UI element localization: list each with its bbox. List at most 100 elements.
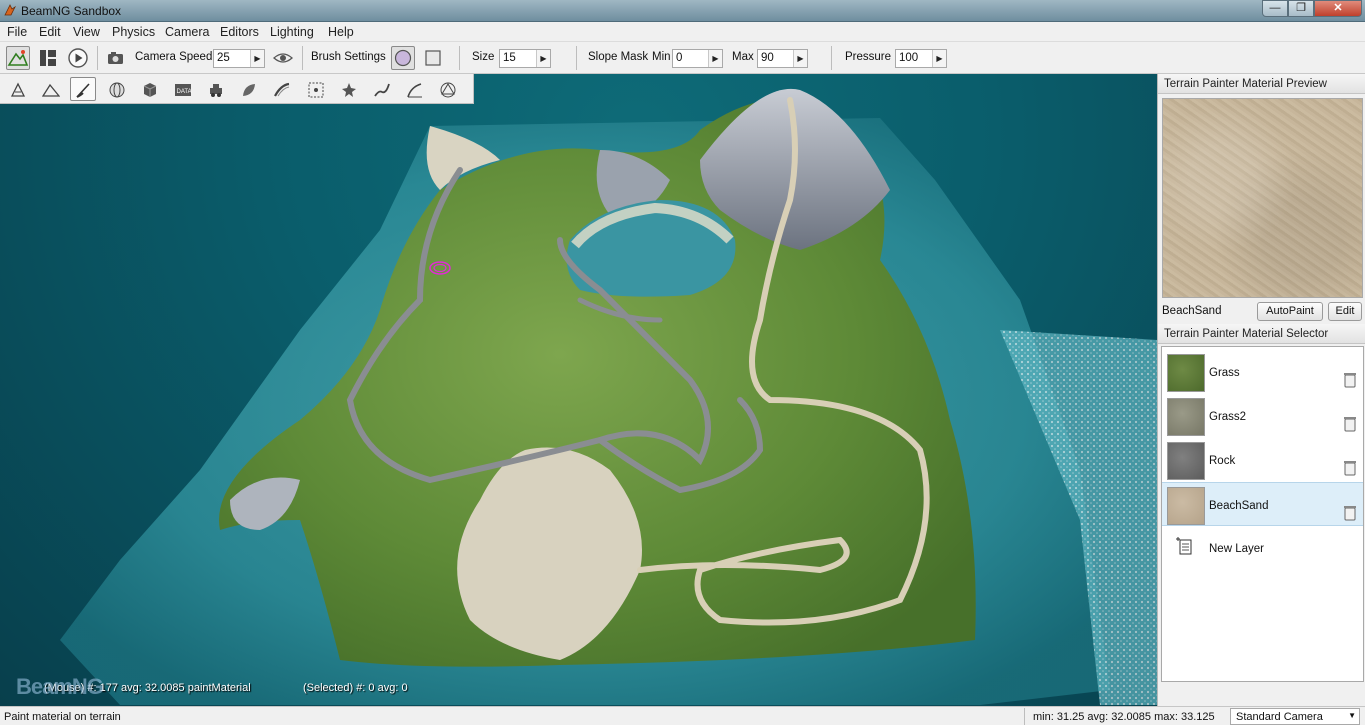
close-button[interactable]: ✕ xyxy=(1314,0,1362,17)
circle-brush-button[interactable] xyxy=(391,46,415,70)
maximize-button[interactable]: ❐ xyxy=(1288,0,1314,17)
trash-icon[interactable] xyxy=(1344,460,1356,476)
material-item-beachsand[interactable]: BeachSand xyxy=(1162,482,1363,526)
camera-mode-value: Standard Camera xyxy=(1236,711,1323,723)
square-brush-button[interactable] xyxy=(421,46,445,70)
menu-camera[interactable]: Camera xyxy=(165,25,209,39)
new-layer-item[interactable]: New Layer xyxy=(1162,526,1363,570)
size-input[interactable]: 15 ▶ xyxy=(499,49,551,68)
tool-mesh-road[interactable] xyxy=(302,77,328,101)
tool-select-objects[interactable] xyxy=(4,77,30,101)
tool-forest[interactable] xyxy=(235,77,261,101)
tool-datablock[interactable]: DATA xyxy=(169,77,195,101)
material-item-grass[interactable]: Grass xyxy=(1162,350,1363,394)
spinner-arrow-icon[interactable]: ▶ xyxy=(932,50,946,67)
cube-icon xyxy=(143,83,157,97)
toolbar-separator xyxy=(831,46,832,70)
beamng-logo: BeamNG xyxy=(16,674,104,699)
menu-bar: File Edit View Physics Camera Editors Li… xyxy=(0,22,1365,42)
tool-physics[interactable] xyxy=(434,77,460,101)
size-label: Size xyxy=(472,51,495,63)
tool-decal[interactable] xyxy=(335,77,361,101)
toolbar-separator xyxy=(576,46,577,70)
globe-icon xyxy=(109,82,125,98)
svg-text:DATA: DATA xyxy=(177,89,192,95)
status-message: Paint material on terrain xyxy=(4,711,121,723)
visibility-button[interactable] xyxy=(271,46,295,70)
pressure-label: Pressure xyxy=(845,51,892,63)
toolbar-separator xyxy=(459,46,460,70)
menu-help[interactable]: Help xyxy=(328,25,354,39)
edit-material-button[interactable]: Edit xyxy=(1328,302,1362,321)
spinner-arrow-icon[interactable]: ▶ xyxy=(536,50,550,67)
toolbar-separator xyxy=(97,46,98,70)
data-icon: DATA xyxy=(175,84,192,96)
material-label: BeachSand xyxy=(1209,500,1269,512)
trash-icon[interactable] xyxy=(1344,372,1356,388)
layout-button[interactable] xyxy=(36,46,60,70)
tool-terrain[interactable] xyxy=(37,77,63,101)
leaf-icon xyxy=(243,84,255,96)
tool-road[interactable] xyxy=(268,77,294,101)
menu-edit[interactable]: Edit xyxy=(39,25,61,39)
material-label: Grass2 xyxy=(1209,411,1247,423)
material-item-rock[interactable]: Rock xyxy=(1162,438,1363,482)
autopaint-button[interactable]: AutoPaint xyxy=(1257,302,1323,321)
vehicle-icon xyxy=(210,84,222,97)
min-label: Min xyxy=(652,51,671,63)
menu-lighting[interactable]: Lighting xyxy=(270,25,314,39)
terrain-scene xyxy=(60,88,1157,705)
slope-max-input[interactable]: 90 ▶ xyxy=(757,49,808,68)
tool-terrain-painter[interactable] xyxy=(70,77,96,101)
main-toolbar: Camera Speed 25 ▶ Brush Settings Size 15… xyxy=(0,42,1365,74)
material-selector-header: Terrain Painter Material Selector xyxy=(1158,324,1365,344)
spinner-arrow-icon[interactable]: ▶ xyxy=(793,50,807,67)
road-icon xyxy=(274,82,290,97)
material-label: Rock xyxy=(1209,455,1236,467)
material-thumbnail xyxy=(1167,398,1205,436)
menu-editors[interactable]: Editors xyxy=(220,25,259,39)
menu-view[interactable]: View xyxy=(73,25,100,39)
play-icon xyxy=(68,48,88,68)
tool-vehicle[interactable] xyxy=(202,77,228,101)
3d-viewport[interactable]: (Mouse) #: 177 avg: 32.0085 paintMateria… xyxy=(0,74,1157,706)
spinner-arrow-icon[interactable]: ▶ xyxy=(250,50,264,67)
terrain-painter-panel: Terrain Painter Material Preview BeachSa… xyxy=(1157,74,1365,706)
menu-physics[interactable]: Physics xyxy=(112,25,155,39)
app-icon xyxy=(4,4,17,16)
mesh-icon xyxy=(308,82,324,98)
toolbar-separator xyxy=(302,46,303,70)
minimize-button[interactable]: — xyxy=(1262,0,1288,17)
material-list: Grass Grass2 Rock BeachSand New Layer xyxy=(1161,346,1364,682)
tool-river[interactable] xyxy=(368,77,394,101)
new-layer-icon xyxy=(1176,537,1192,555)
camera-speed-value: 25 xyxy=(217,52,230,64)
star-icon xyxy=(342,83,356,97)
trash-icon[interactable] xyxy=(1344,416,1356,432)
trash-icon[interactable] xyxy=(1344,505,1356,521)
river-icon xyxy=(374,83,390,97)
window-title: BeamNG Sandbox xyxy=(21,4,122,18)
slope-min-input[interactable]: 0 ▶ xyxy=(672,49,723,68)
camera-mode-select[interactable]: Standard Camera ▼ xyxy=(1230,708,1360,725)
tool-sphere[interactable] xyxy=(103,77,129,101)
tool-cube[interactable] xyxy=(136,77,162,101)
camera-speed-input[interactable]: 25 ▶ xyxy=(213,49,265,68)
spinner-arrow-icon[interactable]: ▶ xyxy=(708,50,722,67)
material-thumbnail xyxy=(1167,442,1205,480)
curve-icon xyxy=(407,83,422,98)
material-item-grass2[interactable]: Grass2 xyxy=(1162,394,1363,438)
square-brush-icon xyxy=(425,50,441,66)
slope-mask-label: Slope Mask xyxy=(588,51,649,63)
max-label: Max xyxy=(732,51,754,63)
tool-spline[interactable] xyxy=(401,77,427,101)
material-thumbnail xyxy=(1167,487,1205,525)
height-stats: min: 31.25 avg: 32.0085 max: 33.125 xyxy=(1024,708,1224,725)
camera-button[interactable] xyxy=(104,46,128,70)
play-button[interactable] xyxy=(66,46,90,70)
pressure-input[interactable]: 100 ▶ xyxy=(895,49,947,68)
brush-settings-label: Brush Settings xyxy=(311,51,386,63)
chevron-down-icon: ▼ xyxy=(1348,711,1356,720)
menu-file[interactable]: File xyxy=(7,25,27,39)
terrain-editor-button[interactable] xyxy=(6,46,30,70)
